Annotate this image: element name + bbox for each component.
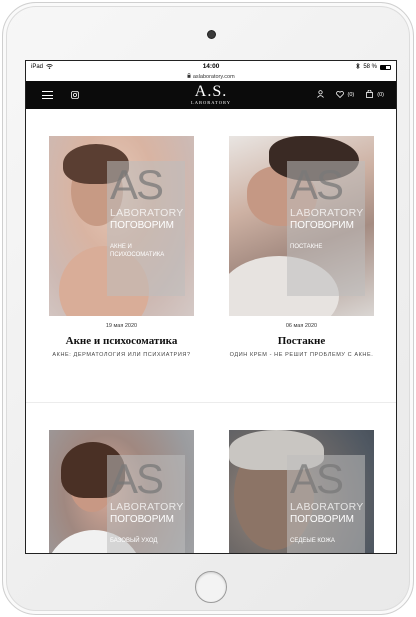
card-subtitle: ОДИН КРЕМ - НЕ РЕШИТ ПРОБЛЕМУ С АКНЕ. <box>229 352 374 358</box>
blog-card[interactable]: AS LABORATORY ПОГОВОРИМ СЕДЕЫЕ КОЖА <box>229 430 374 553</box>
overlay-lab: LABORATORY <box>290 501 364 513</box>
user-icon <box>316 90 324 100</box>
cart-link[interactable]: (0) <box>366 89 384 100</box>
blog-card-image[interactable]: AS LABORATORY ПОГОВОРИМ ПОСТАКНЕ <box>229 136 374 316</box>
site-logo[interactable]: A.S. LABORATORY <box>191 83 231 105</box>
blog-card[interactable]: AS LABORATORY ПОГОВОРИМ БАЗОВЫЙ УХОД <box>49 430 194 553</box>
instagram-icon[interactable] <box>71 86 79 104</box>
bag-icon <box>366 89 374 100</box>
battery-icon <box>380 64 391 70</box>
bluetooth-icon <box>356 62 360 71</box>
blog-list: AS LABORATORY ПОГОВОРИМ АКНЕ И ПСИХОСОМА… <box>26 109 396 553</box>
front-camera <box>207 30 216 39</box>
status-bar: iPad 14:00 58 % <box>26 61 396 73</box>
url-bar[interactable]: aslaboratory.com <box>26 72 396 81</box>
blog-card[interactable]: AS LABORATORY ПОГОВОРИМ АКНЕ И ПСИХОСОМА… <box>49 136 194 358</box>
article-overlay: AS LABORATORY ПОГОВОРИМ СЕДЕЫЕ КОЖА <box>287 455 365 553</box>
card-title[interactable]: Постакне <box>229 335 374 347</box>
battery-percent: 58 % <box>363 64 377 70</box>
overlay-brand: AS <box>110 161 164 208</box>
logo-main: A.S. <box>194 83 228 100</box>
home-button[interactable] <box>195 571 227 603</box>
overlay-topic: БАЗОВЫЙ УХОД <box>110 538 158 544</box>
site-header: A.S. LABORATORY (0) (0) <box>26 81 396 109</box>
card-date: 06 мая 2020 <box>285 323 318 329</box>
overlay-topic: АКНЕ И ПСИХОСОМАТИКА <box>110 244 165 258</box>
overlay-lab: LABORATORY <box>290 207 364 219</box>
article-overlay: AS LABORATORY ПОГОВОРИМ АКНЕ И ПСИХОСОМА… <box>107 161 185 296</box>
overlay-topic: СЕДЕЫЕ КОЖА <box>290 538 335 544</box>
favorites-link[interactable]: (0) <box>335 90 355 100</box>
overlay-talk: ПОГОВОРИМ <box>110 220 174 231</box>
blog-card-image[interactable]: AS LABORATORY ПОГОВОРИМ БАЗОВЫЙ УХОД <box>49 430 194 553</box>
account-link[interactable] <box>316 90 324 100</box>
card-title[interactable]: Акне и психосоматика <box>49 335 194 347</box>
overlay-lab: LABORATORY <box>110 501 184 513</box>
blog-card-image[interactable]: AS LABORATORY ПОГОВОРИМ АКНЕ И ПСИХОСОМА… <box>49 136 194 316</box>
overlay-brand: AS <box>290 455 344 502</box>
ipad-frame: iPad 14:00 58 % aslaboratory.com A.S. LA… <box>2 2 414 615</box>
cart-count: (0) <box>377 92 384 98</box>
blog-card-image[interactable]: AS LABORATORY ПОГОВОРИМ СЕДЕЫЕ КОЖА <box>229 430 374 553</box>
overlay-brand: AS <box>290 161 344 208</box>
article-overlay: AS LABORATORY ПОГОВОРИМ БАЗОВЫЙ УХОД <box>107 455 185 553</box>
overlay-talk: ПОГОВОРИМ <box>110 514 174 525</box>
article-overlay: AS LABORATORY ПОГОВОРИМ ПОСТАКНЕ <box>287 161 365 296</box>
browser-screen: iPad 14:00 58 % aslaboratory.com A.S. LA… <box>25 60 397 554</box>
status-time: 14:00 <box>202 63 220 70</box>
overlay-lab: LABORATORY <box>110 207 184 219</box>
overlay-talk: ПОГОВОРИМ <box>290 220 354 231</box>
blog-card[interactable]: AS LABORATORY ПОГОВОРИМ ПОСТАКНЕ 06 мая … <box>229 136 374 358</box>
url-text[interactable]: aslaboratory.com <box>193 74 235 80</box>
favorites-count: (0) <box>347 92 355 98</box>
card-subtitle: АКНЕ: ДЕРМАТОЛОГИЯ ИЛИ ПСИХИАТРИЯ? <box>52 352 191 358</box>
heart-icon <box>335 90 344 100</box>
overlay-brand: AS <box>110 455 164 502</box>
overlay-topic: ПОСТАКНЕ <box>290 244 323 250</box>
section-divider <box>26 402 396 403</box>
overlay-talk: ПОГОВОРИМ <box>290 514 354 525</box>
menu-icon[interactable] <box>42 91 53 99</box>
device-label: iPad <box>31 64 44 70</box>
wifi-icon <box>46 63 53 71</box>
logo-sub: LABORATORY <box>191 100 231 105</box>
card-date: 19 мая 2020 <box>105 323 138 329</box>
